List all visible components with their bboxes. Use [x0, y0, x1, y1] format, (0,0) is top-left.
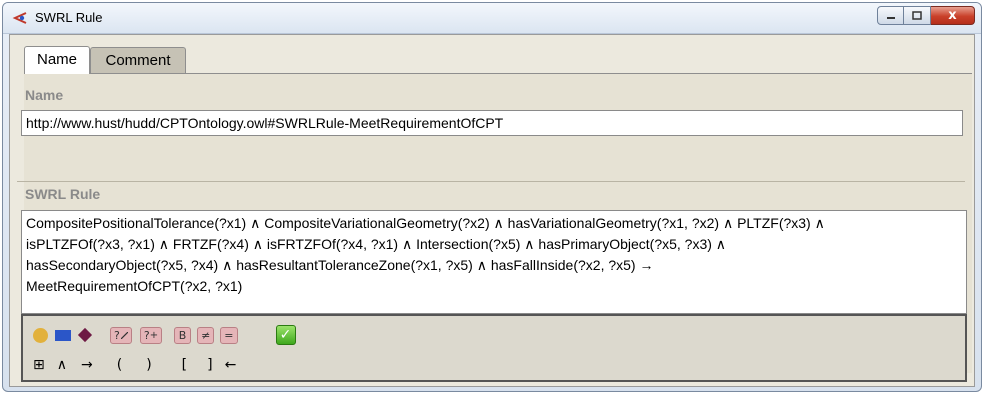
right-bracket-button[interactable]: ]	[207, 357, 212, 373]
tab-comment[interactable]: Comment	[90, 47, 186, 75]
tab-name[interactable]: Name	[24, 46, 90, 74]
window-title: SWRL Rule	[35, 10, 103, 25]
rule-line: CompositePositionalTolerance(?x1) ∧ Comp…	[26, 215, 825, 231]
insert-variable-button[interactable]: ?	[110, 326, 132, 344]
left-paren-button[interactable]: (	[117, 357, 122, 373]
not-equal-button[interactable]: ≠	[197, 326, 215, 344]
rule-line: isPLTZFOf(?x3, ?x1) ∧ FRTZF(?x4) ∧ isFRT…	[26, 236, 727, 252]
backspace-button[interactable]: ←	[225, 357, 237, 373]
swrl-rule-window: SWRL Rule x Name Comment Name http://www…	[2, 2, 982, 392]
right-paren-button[interactable]: )	[146, 357, 151, 373]
app-icon	[12, 12, 27, 24]
tab-bar: Name Comment	[24, 46, 186, 75]
close-icon: x	[948, 8, 957, 23]
swrl-rule-editor[interactable]: CompositePositionalTolerance(?x1) ∧ Comp…	[21, 210, 967, 314]
swrl-rule-label: SWRL Rule	[25, 186, 101, 202]
add-variable-button[interactable]: ? +	[139, 326, 163, 344]
validate-check-icon[interactable]: ✓	[275, 325, 296, 345]
close-button[interactable]: x	[931, 6, 975, 25]
rule-line: MeetRequirementOfCPT(?x2, ?x1)	[26, 278, 243, 294]
insert-class-icon[interactable]	[33, 327, 48, 343]
maximize-button[interactable]	[904, 6, 931, 25]
left-bracket-button[interactable]: [	[182, 357, 187, 373]
window-controls: x	[877, 6, 975, 26]
builtin-button[interactable]: B	[174, 326, 192, 344]
question-icon: ?	[114, 328, 120, 342]
minimize-icon	[886, 16, 895, 19]
plus-icon: +	[149, 329, 159, 341]
insert-individual-icon[interactable]	[77, 327, 93, 343]
wand-icon	[120, 331, 128, 339]
minimize-button[interactable]	[877, 6, 904, 25]
insert-property-icon[interactable]	[55, 329, 71, 341]
implies-button[interactable]: →	[81, 357, 93, 373]
equal-button[interactable]: =	[220, 326, 238, 344]
toolbar-row-1: ? ? + B ≠ = ✓	[33, 324, 296, 346]
rule-toolbar: ? ? + B ≠ = ✓ ⊞ ∧ → ( ) [ ] ←	[21, 314, 967, 382]
section-divider	[17, 181, 965, 182]
grid-icon[interactable]: ⊞	[33, 357, 45, 373]
toolbar-row-2: ⊞ ∧ → ( ) [ ] ←	[33, 354, 236, 376]
name-field[interactable]: http://www.hust/hudd/CPTOntology.owl#SWR…	[21, 110, 963, 136]
maximize-icon	[912, 11, 922, 20]
name-label: Name	[25, 87, 64, 103]
rule-line: hasSecondaryObject(?x5, ?x4) ∧ hasResult…	[26, 257, 654, 273]
and-button[interactable]: ∧	[57, 357, 67, 373]
title-bar[interactable]: SWRL Rule x	[3, 3, 981, 34]
